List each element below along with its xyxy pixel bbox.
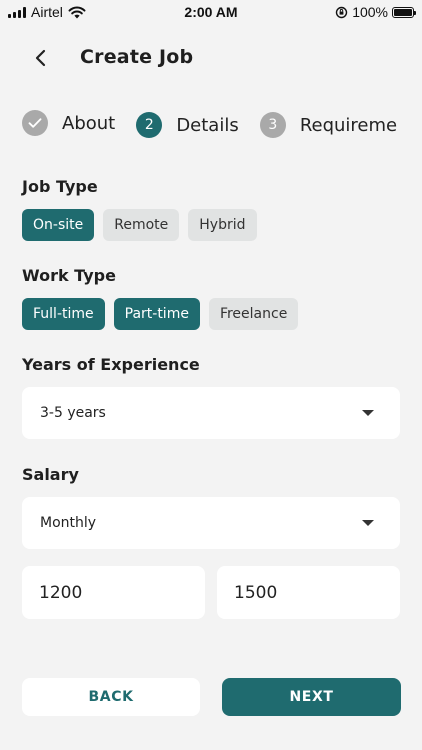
job-type-chips: On-site Remote Hybrid xyxy=(22,209,257,241)
status-bar: Airtel 2:00 AM 100% xyxy=(0,0,422,26)
arrow-left-icon[interactable] xyxy=(30,46,52,70)
chip-part-time[interactable]: Part-time xyxy=(113,298,200,330)
salary-min-input[interactable]: 1200 xyxy=(22,566,205,619)
step-label: Requireme xyxy=(299,114,398,136)
battery-icon xyxy=(392,6,416,18)
step-label: Details xyxy=(176,114,239,136)
experience-select[interactable]: 3-5 years xyxy=(22,387,400,439)
back-button[interactable]: BACK xyxy=(22,678,200,716)
caret-down-icon xyxy=(362,520,374,526)
step-number: 2 xyxy=(136,112,163,138)
step-requirements[interactable]: 3 Requireme xyxy=(259,112,398,138)
check-icon xyxy=(22,110,48,136)
salary-period-select[interactable]: Monthly xyxy=(22,497,400,549)
experience-value: 3-5 years xyxy=(40,405,106,421)
orientation-lock-icon xyxy=(335,6,348,18)
status-right: 100% xyxy=(335,4,416,20)
page-title: Create Job xyxy=(80,46,194,68)
experience-label: Years of Experience xyxy=(22,355,200,374)
chip-full-time[interactable]: Full-time xyxy=(22,298,105,330)
app-bar: Create Job xyxy=(0,40,422,76)
step-about[interactable]: About xyxy=(22,110,115,136)
salary-max-value: 1500 xyxy=(234,582,278,603)
chip-remote[interactable]: Remote xyxy=(103,209,180,241)
work-type-label: Work Type xyxy=(22,266,116,285)
caret-down-icon xyxy=(362,410,374,416)
salary-min-value: 1200 xyxy=(39,582,83,603)
salary-label: Salary xyxy=(22,465,79,484)
salary-period-value: Monthly xyxy=(40,515,97,531)
salary-max-input[interactable]: 1500 xyxy=(217,566,400,619)
job-type-label: Job Type xyxy=(22,177,98,196)
stepper: About 2 Details 3 Requireme xyxy=(22,110,422,138)
chip-on-site[interactable]: On-site xyxy=(22,209,95,241)
step-number: 3 xyxy=(259,112,286,138)
step-label: About xyxy=(62,112,116,134)
step-details[interactable]: 2 Details xyxy=(136,112,239,138)
chip-freelance[interactable]: Freelance xyxy=(208,298,299,330)
chip-hybrid[interactable]: Hybrid xyxy=(188,209,257,241)
next-button[interactable]: NEXT xyxy=(222,678,401,716)
battery-percent: 100% xyxy=(352,4,388,20)
work-type-chips: Full-time Part-time Freelance xyxy=(22,298,299,330)
